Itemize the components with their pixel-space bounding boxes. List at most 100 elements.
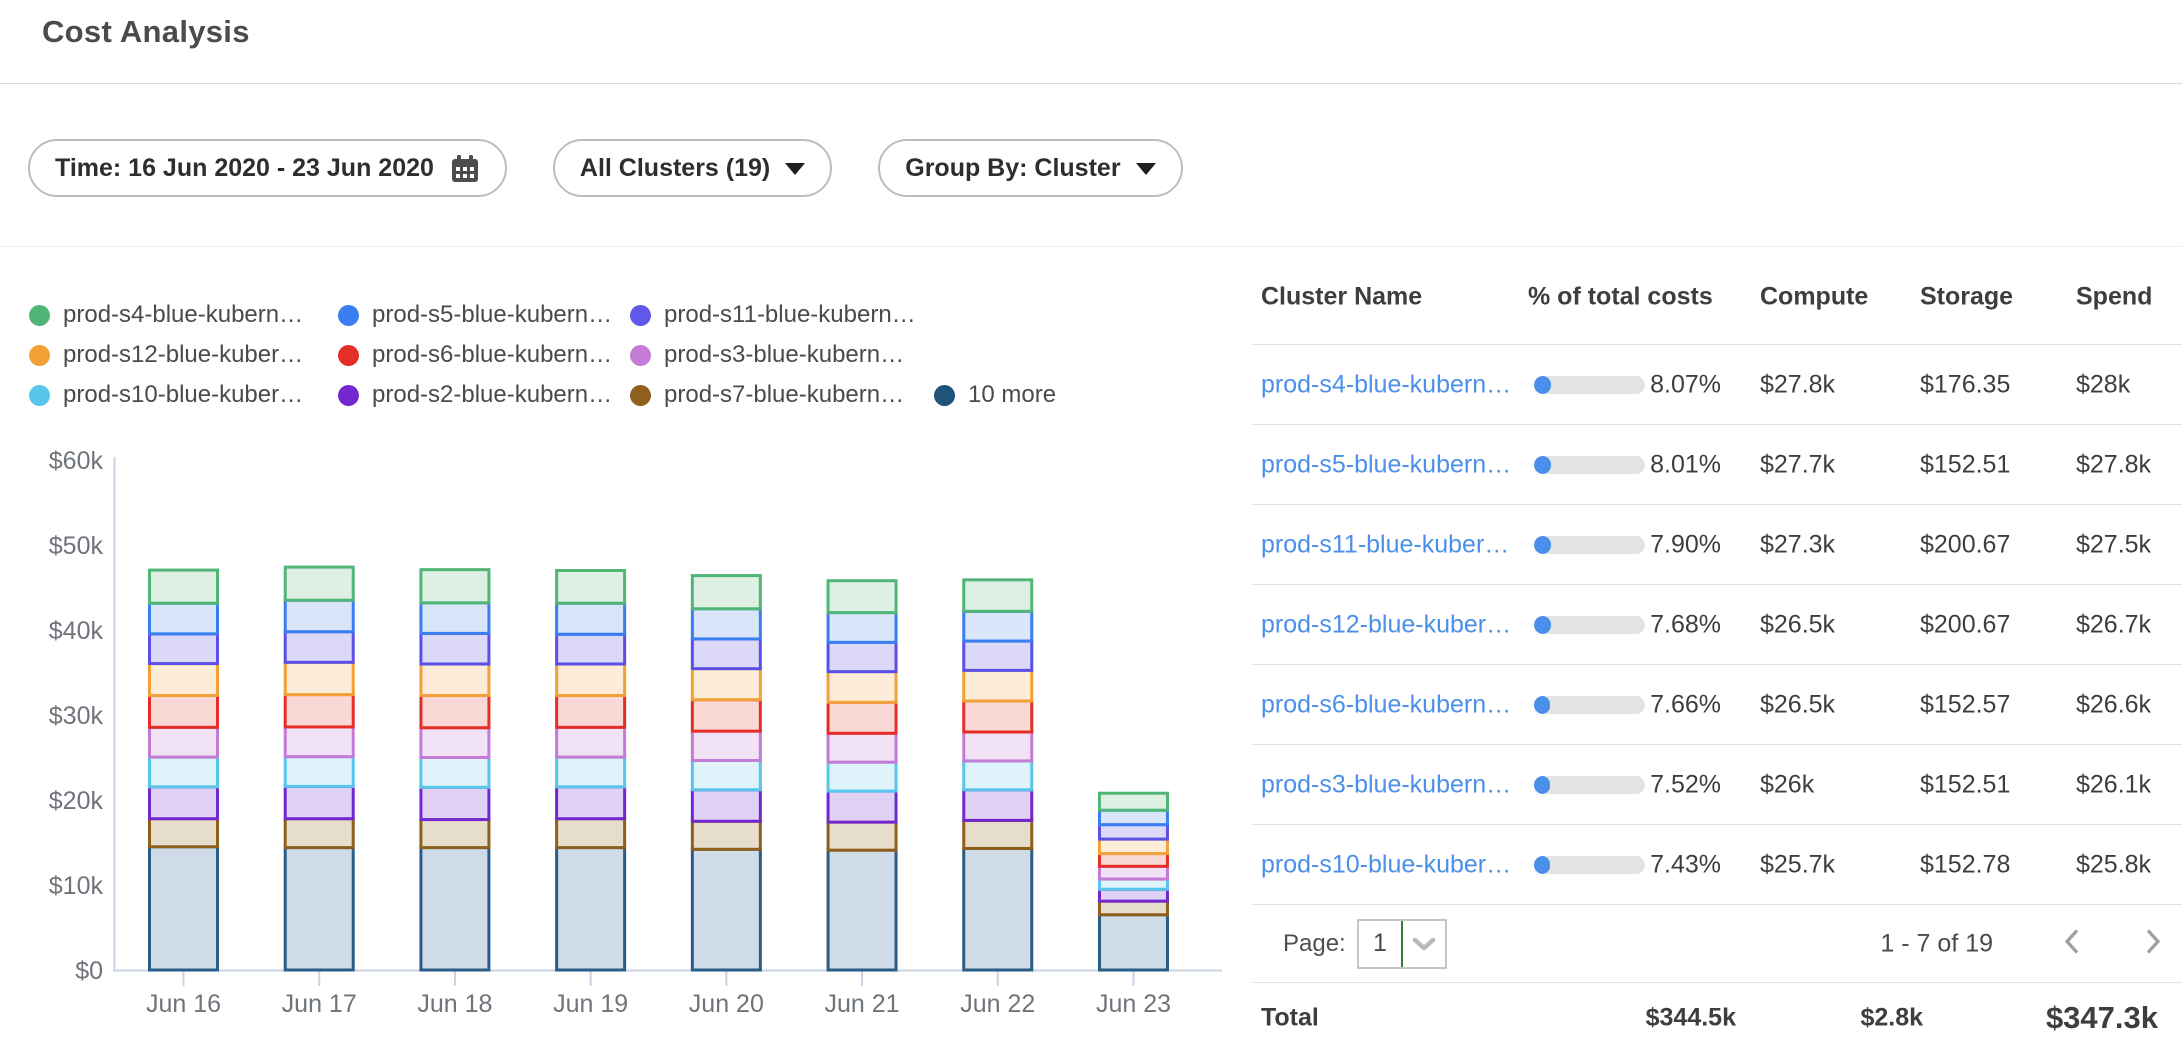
- pct-value: 8.01%: [1621, 450, 1721, 479]
- bar-segment: [150, 819, 218, 847]
- bar-segment: [692, 731, 760, 760]
- bar-segment: [828, 850, 896, 970]
- col-header-compute: Compute: [1760, 283, 1868, 312]
- group-by-label: Group By: Cluster: [905, 154, 1120, 183]
- pct-value: 7.66%: [1621, 690, 1721, 719]
- bar-segment: [1099, 839, 1167, 853]
- legend-item[interactable]: prod-s3-blue-kubern…: [630, 337, 904, 373]
- bar-segment: [692, 609, 760, 639]
- table-row: prod-s3-blue-kubern…7.52%$26k$152.51$26.…: [1252, 745, 2182, 825]
- next-page-button[interactable]: [2143, 927, 2163, 960]
- bar-segment: [421, 664, 489, 695]
- total-spend: $347.3k: [1998, 1000, 2158, 1036]
- calendar-icon: [449, 153, 480, 184]
- bar-segment: [964, 732, 1032, 761]
- legend-item[interactable]: prod-s11-blue-kubern…: [630, 297, 916, 333]
- svg-text:Jun 18: Jun 18: [417, 990, 492, 1018]
- legend-color-dot: [29, 305, 50, 326]
- table-row: prod-s4-blue-kubern…8.07%$27.8k$176.35$2…: [1252, 345, 2182, 425]
- bar-segment: [150, 634, 218, 664]
- bar-segment: [964, 701, 1032, 732]
- table-row: prod-s5-blue-kubern…8.01%$27.7k$152.51$2…: [1252, 425, 2182, 505]
- legend-color-dot: [338, 345, 359, 366]
- col-header-storage: Storage: [1920, 283, 2013, 312]
- svg-text:$10k: $10k: [49, 872, 104, 900]
- svg-text:Jun 19: Jun 19: [553, 990, 628, 1018]
- bar-segment: [150, 847, 218, 970]
- bar-segment: [557, 634, 625, 664]
- bar-segment: [828, 672, 896, 703]
- pct-value: 7.43%: [1621, 850, 1721, 879]
- bar-segment: [421, 848, 489, 970]
- compute-value: $27.7k: [1760, 450, 1835, 479]
- legend-item[interactable]: prod-s2-blue-kubern…: [338, 377, 612, 413]
- legend-item[interactable]: prod-s10-blue-kuber…: [29, 377, 303, 413]
- compute-value: $26k: [1760, 770, 1814, 799]
- legend-item[interactable]: 10 more: [934, 377, 1056, 413]
- table-row: prod-s12-blue-kuber…7.68%$26.5k$200.67$2…: [1252, 585, 2182, 665]
- cluster-name-link[interactable]: prod-s3-blue-kubern…: [1261, 770, 1511, 799]
- bar-segment: [421, 633, 489, 664]
- bar-segment: [692, 576, 760, 609]
- storage-value: $152.57: [1920, 690, 2010, 719]
- bar-segment: [1099, 854, 1167, 867]
- total-storage: $2.8k: [1823, 1003, 1923, 1032]
- col-header-spend: Spend: [2076, 283, 2152, 312]
- bar-segment: [828, 733, 896, 762]
- legend-color-dot: [29, 345, 50, 366]
- group-by-filter[interactable]: Group By: Cluster: [878, 139, 1182, 197]
- legend-item[interactable]: prod-s6-blue-kubern…: [338, 337, 612, 373]
- legend-label: prod-s4-blue-kubern…: [63, 301, 303, 329]
- bar-segment: [828, 762, 896, 791]
- cluster-name-link[interactable]: prod-s6-blue-kubern…: [1261, 690, 1511, 719]
- time-range-filter[interactable]: Time: 16 Jun 2020 - 23 Jun 2020: [28, 139, 507, 197]
- prev-page-button[interactable]: [2062, 927, 2082, 960]
- bar-segment: [150, 787, 218, 819]
- svg-text:Jun 20: Jun 20: [689, 990, 764, 1018]
- storage-value: $176.35: [1920, 370, 2010, 399]
- svg-text:Jun 17: Jun 17: [282, 990, 357, 1018]
- legend-item[interactable]: prod-s7-blue-kubern…: [630, 377, 904, 413]
- cluster-name-link[interactable]: prod-s11-blue-kuber…: [1261, 530, 1509, 559]
- bar-segment: [1099, 825, 1167, 839]
- bar-segment: [421, 787, 489, 819]
- bar-segment: [964, 848, 1032, 970]
- bar-segment: [285, 662, 353, 694]
- legend-item[interactable]: prod-s5-blue-kubern…: [338, 297, 612, 333]
- bar-segment: [964, 580, 1032, 611]
- legend-item[interactable]: prod-s12-blue-kuber…: [29, 337, 303, 373]
- cluster-name-link[interactable]: prod-s10-blue-kuber…: [1261, 850, 1511, 879]
- legend-label: prod-s10-blue-kuber…: [63, 381, 303, 409]
- svg-text:$0: $0: [75, 957, 103, 985]
- clusters-filter[interactable]: All Clusters (19): [553, 139, 832, 197]
- cluster-name-link[interactable]: prod-s12-blue-kuber…: [1261, 610, 1511, 639]
- page-select[interactable]: 1: [1357, 919, 1447, 969]
- legend-label: prod-s12-blue-kuber…: [63, 341, 303, 369]
- bar-segment: [150, 664, 218, 696]
- legend-color-dot: [630, 305, 651, 326]
- bar-segment: [285, 600, 353, 631]
- svg-text:$50k: $50k: [49, 532, 104, 560]
- bar-segment: [828, 642, 896, 671]
- spend-value: $26.1k: [2076, 770, 2151, 799]
- cluster-name-link[interactable]: prod-s4-blue-kubern…: [1261, 370, 1511, 399]
- bar-segment: [692, 790, 760, 821]
- bar-segment: [150, 727, 218, 757]
- bar-segment: [828, 822, 896, 850]
- bar-segment: [828, 581, 896, 613]
- legend-label: prod-s11-blue-kubern…: [664, 301, 916, 329]
- clusters-filter-label: All Clusters (19): [580, 154, 770, 183]
- legend-item[interactable]: prod-s4-blue-kubern…: [29, 297, 303, 333]
- bar-segment: [150, 695, 218, 727]
- spend-value: $25.8k: [2076, 850, 2151, 879]
- col-header-cluster-name: Cluster Name: [1261, 283, 1422, 312]
- chevron-down-icon: [785, 163, 805, 175]
- bar-segment: [1099, 915, 1167, 970]
- bar-segment: [692, 760, 760, 789]
- section-divider: [0, 246, 2182, 247]
- bar-segment: [421, 695, 489, 727]
- bar-segment: [285, 632, 353, 663]
- bar-segment: [557, 787, 625, 819]
- cluster-name-link[interactable]: prod-s5-blue-kubern…: [1261, 450, 1511, 479]
- bar-segment: [285, 848, 353, 970]
